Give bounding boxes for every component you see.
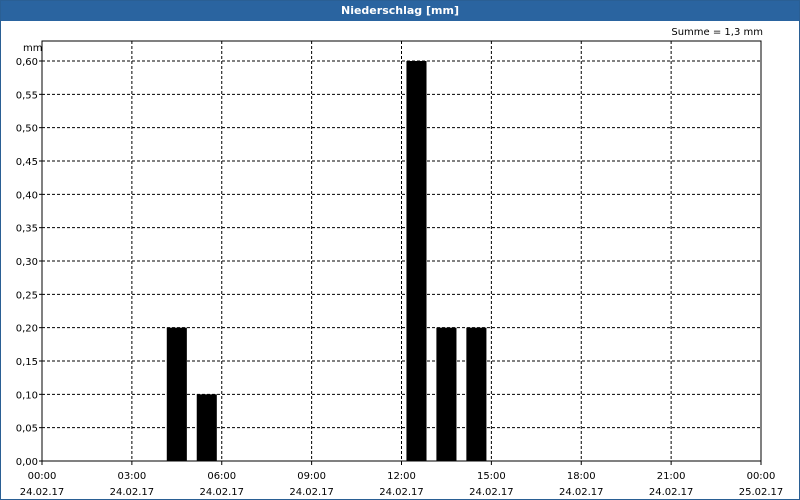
y-tick-label: 0,55 — [16, 90, 38, 101]
y-tick-label: 0,45 — [16, 157, 38, 168]
y-tick-label: 0,20 — [16, 324, 38, 335]
x-tick-time-label: 06:00 — [207, 471, 236, 482]
y-tick-label: 0,60 — [16, 57, 38, 68]
y-tick-label: 0,15 — [16, 357, 38, 368]
x-tick-time-label: 00:00 — [747, 471, 776, 482]
y-tick-label: 0,00 — [16, 457, 38, 468]
precipitation-bar — [466, 327, 487, 461]
x-tick-time-label: 12:00 — [387, 471, 416, 482]
precipitation-bar — [166, 327, 187, 461]
x-tick-time-label: 21:00 — [657, 471, 686, 482]
chart-window: Niederschlag [mm] Summe = 1,3 mm 0,00 0,0… — [0, 0, 800, 500]
y-tick-label: 0,10 — [16, 390, 38, 401]
x-tick-date-label: 25.02.17 — [739, 487, 784, 498]
precipitation-bar — [196, 394, 217, 461]
x-tick-time-label: 15:00 — [477, 471, 506, 482]
x-tick-time-label: 03:00 — [117, 471, 146, 482]
x-tick-date-label: 24.02.17 — [469, 487, 514, 498]
y-tick-label: 0,25 — [16, 290, 38, 301]
y-tick-label: 0,40 — [16, 190, 38, 201]
x-tick-time-label: 09:00 — [297, 471, 326, 482]
precipitation-chart: 0,00 0,05 0,10 0,15 0,20 0,25 0,30 0,35 0,40 0,45… — [16, 40, 784, 498]
y-axis-label: mm — [23, 43, 42, 54]
y-tick-label: 0,05 — [16, 424, 38, 435]
precipitation-bar — [436, 327, 457, 461]
precipitation-bar — [406, 61, 427, 461]
x-tick-date-label: 24.02.17 — [289, 487, 334, 498]
x-tick-date-label: 24.02.17 — [559, 487, 604, 498]
x-tick-date-label: 24.02.17 — [199, 487, 244, 498]
x-tick-time-label: 00:00 — [28, 471, 57, 482]
x-tick-time-label: 18:00 — [567, 471, 596, 482]
x-tick-date-label: 24.02.17 — [110, 487, 155, 498]
x-tick-date-label: 24.02.17 — [379, 487, 424, 498]
y-tick-label: 0,30 — [16, 257, 38, 268]
x-tick-date-label: 24.02.17 — [20, 487, 65, 498]
y-tick-label: 0,35 — [16, 224, 38, 235]
x-tick-date-label: 24.02.17 — [649, 487, 694, 498]
y-tick-label: 0,50 — [16, 124, 38, 135]
